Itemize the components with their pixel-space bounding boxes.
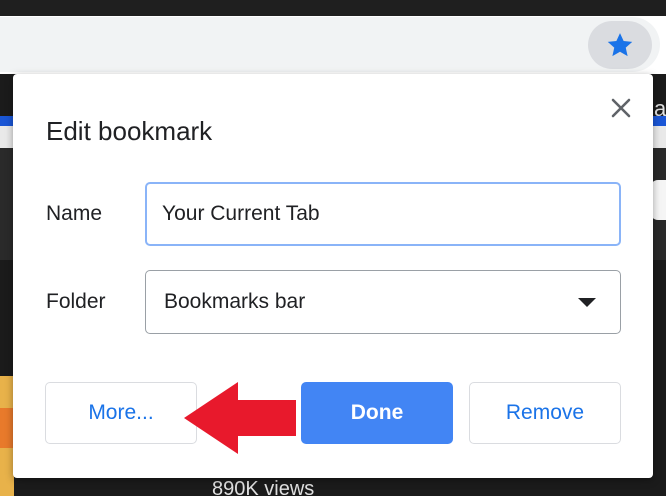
more-button[interactable]: More... xyxy=(45,382,197,444)
edit-bookmark-dialog: Edit bookmark Name Folder Bookmarks bar … xyxy=(13,74,653,478)
background-text-fragment: a xyxy=(654,96,666,121)
remove-button[interactable]: Remove xyxy=(469,382,621,444)
address-bar[interactable] xyxy=(0,17,660,72)
star-icon xyxy=(607,33,633,57)
bookmark-star-button[interactable] xyxy=(588,21,652,69)
tab-strip xyxy=(0,0,666,16)
background-video-meta: 890K views xyxy=(212,478,315,496)
close-icon xyxy=(611,98,631,118)
dialog-title: Edit bookmark xyxy=(46,116,213,146)
folder-select-value: Bookmarks bar xyxy=(164,290,306,313)
name-label: Name xyxy=(46,202,103,225)
annotation-arrow-icon xyxy=(184,382,296,454)
done-button[interactable]: Done xyxy=(301,382,453,444)
video-thumbnail-detail xyxy=(0,408,14,448)
close-button[interactable] xyxy=(607,94,635,122)
folder-select[interactable]: Bookmarks bar xyxy=(145,270,621,334)
chevron-down-icon xyxy=(578,297,596,307)
name-input[interactable] xyxy=(145,182,621,246)
browser-toolbar xyxy=(0,0,666,74)
folder-label: Folder xyxy=(46,290,106,313)
